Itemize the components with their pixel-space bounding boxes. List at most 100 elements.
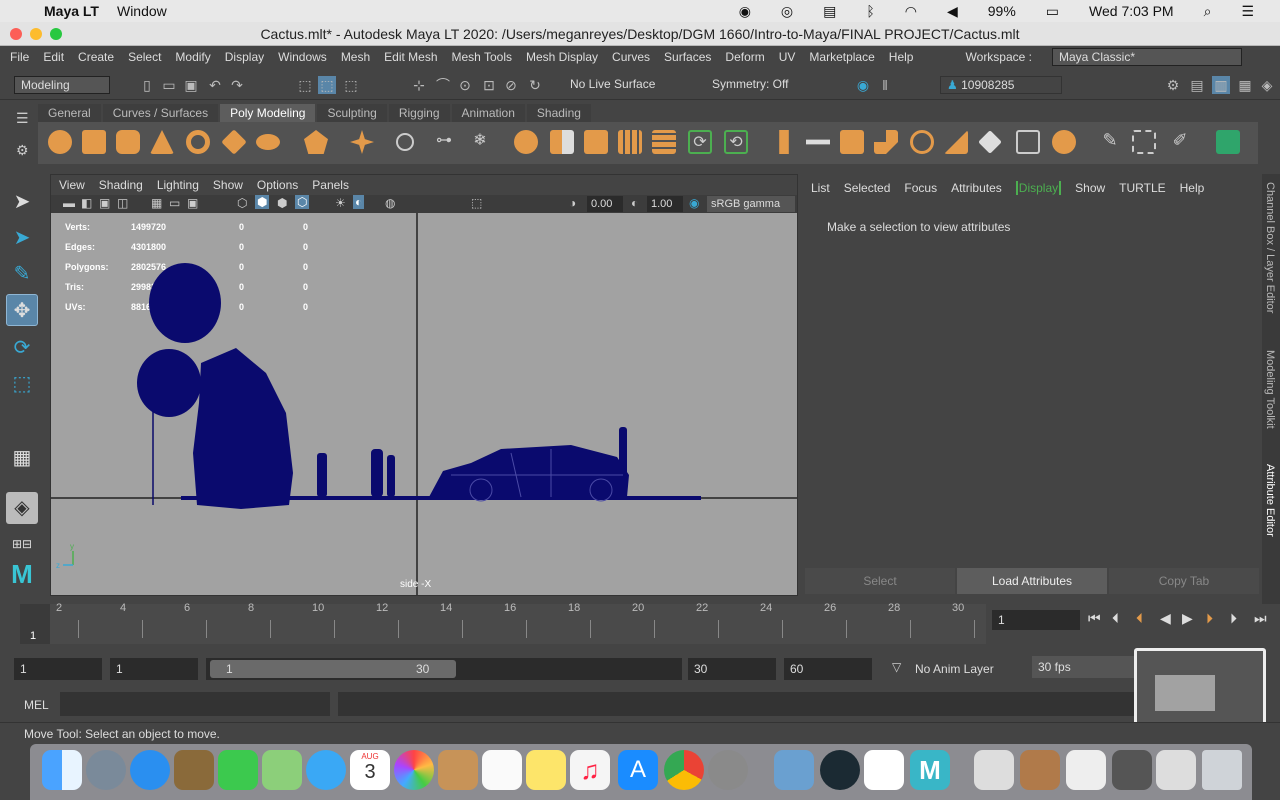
select-hierarchy-icon[interactable]: ⬚ [296, 76, 314, 94]
shelf-tab-curves-surfaces[interactable]: Curves / Surfaces [102, 104, 219, 122]
wifi-icon[interactable]: ◠ [905, 3, 917, 20]
menu-create[interactable]: Create [78, 50, 114, 64]
poly-sphere-icon[interactable] [48, 130, 72, 154]
maya-lt-icon[interactable]: M [910, 750, 950, 790]
separate-icon[interactable] [550, 130, 574, 154]
anim-layer-field[interactable]: No Anim Layer [915, 662, 994, 676]
trash-icon[interactable] [1202, 750, 1242, 790]
new-scene-icon[interactable]: ▯ [138, 76, 156, 94]
menu-marketplace[interactable]: Marketplace [809, 50, 874, 64]
notification-center-icon[interactable]: ☰ [1241, 3, 1254, 20]
poly-cone-icon[interactable] [150, 130, 174, 154]
target-weld-icon[interactable]: ⊶ [432, 130, 456, 154]
ae-copy-tab-button[interactable]: Copy Tab [1109, 568, 1259, 594]
transform-component-icon[interactable]: ❄ [468, 130, 492, 154]
menu-help[interactable]: Help [889, 50, 914, 64]
poly-cube-icon[interactable] [82, 130, 106, 154]
smooth-shade-icon[interactable]: ⬢ [255, 195, 270, 209]
dock-window-thumb-5[interactable] [1156, 750, 1196, 790]
remesh-icon[interactable]: ⟳ [688, 130, 712, 154]
menu-edit[interactable]: Edit [43, 50, 64, 64]
open-scene-icon[interactable]: ▭ [160, 76, 178, 94]
bevel-icon[interactable] [840, 130, 864, 154]
step-forward-key-icon[interactable]: ⏵ [1206, 610, 1213, 627]
vp-menu-lighting[interactable]: Lighting [157, 178, 199, 192]
step-forward-frame-icon[interactable]: ⏵ [1230, 610, 1237, 627]
dock-window-thumb-1[interactable] [974, 750, 1014, 790]
poke-icon[interactable] [978, 130, 1002, 154]
close-window-button[interactable] [10, 28, 22, 40]
bluetooth-icon[interactable]: ᛒ [866, 3, 874, 19]
layout-single-icon[interactable]: ▦ [6, 442, 38, 474]
tool-settings-toggle-icon[interactable]: ▥ [1212, 76, 1230, 94]
safari-icon[interactable] [130, 750, 170, 790]
gamma-icon[interactable]: ◐ [631, 196, 638, 210]
ae-menu-display[interactable]: Display [1015, 181, 1062, 195]
tab-modeling-toolkit[interactable]: Modeling Toolkit [1264, 350, 1276, 429]
menu-select[interactable]: Select [128, 50, 161, 64]
app-store-icon[interactable]: A [618, 750, 658, 790]
bridge-icon[interactable] [806, 139, 830, 145]
redo-icon[interactable]: ↷ [228, 76, 246, 94]
music-icon[interactable]: ♫ [570, 750, 610, 790]
user-account-dropdown[interactable]: ♟ 10908285 [940, 76, 1062, 94]
snap-surface-icon[interactable]: ⊘ [502, 76, 520, 94]
vp-menu-shading[interactable]: Shading [99, 178, 143, 192]
preview-icon[interactable] [774, 750, 814, 790]
facetime-icon[interactable] [218, 750, 258, 790]
battery-icon[interactable]: ▭ [1046, 3, 1059, 20]
menu-mesh-display[interactable]: Mesh Display [526, 50, 598, 64]
tab-attribute-editor[interactable]: Attribute Editor [1264, 464, 1276, 537]
app-menu-name[interactable]: Maya LT [44, 3, 99, 19]
menu-edit-mesh[interactable]: Edit Mesh [384, 50, 437, 64]
messages-icon[interactable] [306, 750, 346, 790]
lasso-tool-icon[interactable]: ➤ [6, 222, 38, 254]
scale-tool-icon[interactable]: ⬚ [6, 368, 38, 400]
image-plane-icon[interactable]: ▣ [99, 196, 110, 210]
command-input[interactable] [60, 692, 330, 716]
material-icon[interactable] [1216, 130, 1240, 154]
contacts-icon[interactable] [438, 750, 478, 790]
snap-point-icon[interactable]: ⊙ [456, 76, 474, 94]
play-forward-icon[interactable]: ▶ [1182, 610, 1193, 627]
circularize-icon[interactable] [1016, 130, 1040, 154]
xray-icon[interactable]: ◍ [385, 196, 395, 210]
shelf-tab-general[interactable]: General [38, 104, 101, 122]
shelf-tab-rigging[interactable]: Rigging [388, 104, 450, 122]
chrome-icon[interactable] [664, 750, 704, 790]
vp-menu-view[interactable]: View [59, 178, 85, 192]
wireframe-on-shaded-icon[interactable]: ⬢ [277, 196, 287, 210]
menu-curves[interactable]: Curves [612, 50, 650, 64]
textured-icon[interactable]: ⬡ [295, 195, 310, 209]
gamma-field[interactable]: 1.00 [647, 196, 683, 212]
vp-menu-options[interactable]: Options [257, 178, 298, 192]
dock-window-thumb-3[interactable] [1066, 750, 1106, 790]
tab-channel-box[interactable]: Channel Box / Layer Editor [1264, 182, 1276, 313]
attribute-editor-toggle-icon[interactable]: ▤ [1188, 76, 1206, 94]
snap-curve-icon[interactable]: ⌒ [434, 76, 452, 94]
status-icon[interactable]: ◎ [781, 3, 793, 20]
gitkraken-icon[interactable] [820, 750, 860, 790]
menu-set-dropdown[interactable]: Modeling [14, 76, 110, 94]
ae-menu-list[interactable]: List [811, 181, 830, 195]
ae-menu-help[interactable]: Help [1180, 181, 1205, 195]
ae-select-button[interactable]: Select [805, 568, 955, 594]
calendar-icon[interactable]: AUG 3 [350, 750, 390, 790]
ae-menu-attributes[interactable]: Attributes [951, 181, 1002, 195]
camera-attributes-icon[interactable]: ▬ [63, 196, 75, 210]
select-tool-icon[interactable]: ➤ [6, 186, 38, 218]
playback-end-field[interactable]: 30 [688, 658, 776, 680]
dock-window-thumb-2[interactable] [1020, 750, 1060, 790]
select-component-icon[interactable]: ⬚ [342, 76, 360, 94]
current-time-marker[interactable]: 1 [20, 604, 50, 644]
lattice-icon[interactable] [1132, 130, 1156, 154]
shelf-tab-shading[interactable]: Shading [526, 104, 591, 122]
wedge-icon[interactable] [944, 130, 968, 154]
reduce-icon[interactable] [652, 130, 676, 154]
play-backward-icon[interactable]: ◀ [1160, 610, 1171, 627]
snap-view-icon[interactable]: ⊡ [480, 76, 498, 94]
shelf-tab-poly-modeling[interactable]: Poly Modeling [220, 104, 316, 122]
3d-viewport[interactable]: Verts: 1499720 0 0 Edges: 4301800 0 0 Polygons… [51, 213, 797, 595]
multi-cut-icon[interactable] [396, 133, 414, 151]
ae-menu-turtle[interactable]: TURTLE [1119, 181, 1165, 195]
